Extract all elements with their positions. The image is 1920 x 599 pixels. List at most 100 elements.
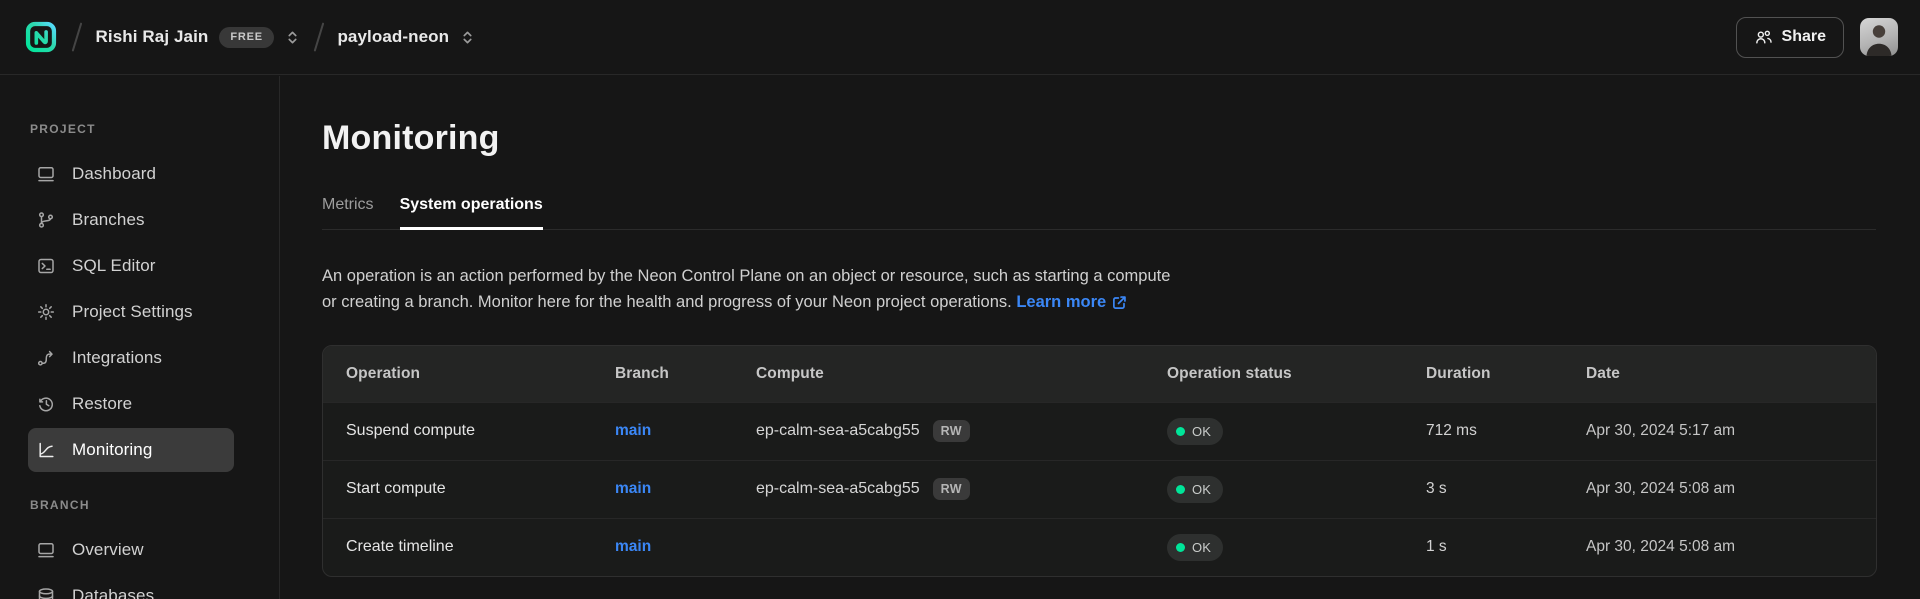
external-link-icon (1112, 295, 1127, 309)
branch-cell: main (592, 480, 733, 498)
status-label: OK (1192, 482, 1211, 497)
overview-icon (36, 540, 56, 560)
column-header-date: Date (1563, 365, 1876, 383)
sidebar-item-restore[interactable]: Restore (28, 382, 234, 426)
status-badge: OK (1167, 534, 1223, 561)
chevron-updown-icon (460, 30, 475, 45)
branch-cell: main (592, 538, 733, 556)
restore-history-icon (36, 394, 56, 414)
integrations-icon (36, 348, 56, 368)
date-cell: Apr 30, 2024 5:17 am (1563, 422, 1876, 440)
operations-table: OperationBranchComputeOperation statusDu… (322, 345, 1877, 577)
settings-gear-icon (36, 302, 56, 322)
compute-type-badge: RW (933, 478, 970, 501)
sidebar-item-project-settings[interactable]: Project Settings (28, 290, 234, 334)
chevron-updown-icon (285, 30, 300, 45)
branch-link[interactable]: main (615, 538, 651, 556)
sidebar-item-label: Dashboard (72, 164, 156, 184)
tab-metrics[interactable]: Metrics (322, 196, 374, 230)
sidebar-item-label: Restore (72, 394, 132, 414)
table-row: Start compute main ep-calm-sea-a5cabg55RW O… (323, 460, 1876, 518)
column-header-branch: Branch (592, 365, 733, 383)
status-badge: OK (1167, 418, 1223, 445)
status-cell: OK (1144, 476, 1403, 503)
column-header-operation: Operation (323, 365, 592, 383)
operation-cell: Start compute (323, 480, 592, 498)
dashboard-icon (36, 164, 56, 184)
sidebar-item-label: Monitoring (72, 440, 152, 460)
compute-type-badge: RW (933, 420, 970, 443)
compute-cell: ep-calm-sea-a5cabg55 RW (733, 420, 1144, 443)
status-cell: OK (1144, 418, 1403, 445)
sidebar-item-label: Databases (72, 586, 154, 599)
account-name: Rishi Raj Jain (96, 27, 209, 47)
branch-link[interactable]: main (615, 422, 651, 440)
date-cell: Apr 30, 2024 5:08 am (1563, 538, 1876, 556)
learn-more-link[interactable]: Learn more (1016, 289, 1127, 315)
project-name: payload-neon (337, 27, 449, 47)
description-line1: An operation is an action performed by t… (322, 267, 1170, 285)
project-selector[interactable]: payload-neon (337, 27, 475, 47)
status-label: OK (1192, 540, 1211, 555)
databases-icon (36, 586, 56, 599)
status-badge: OK (1167, 476, 1223, 503)
main-content: Monitoring Metrics System operations An o… (281, 75, 1920, 577)
column-header-operation-status: Operation status (1144, 365, 1403, 383)
operation-cell: Suspend compute (323, 422, 592, 440)
branch-link[interactable]: main (615, 480, 651, 498)
top-header: Rishi Raj Jain FREE payload-neon (0, 0, 1920, 75)
neon-logo[interactable] (24, 20, 58, 54)
branch-cell: main (592, 422, 733, 440)
sidebar-section-label: BRANCH (30, 498, 279, 516)
status-ok-dot (1176, 485, 1185, 494)
date-cell: Apr 30, 2024 5:08 am (1563, 480, 1876, 498)
sidebar-item-databases[interactable]: Databases (28, 574, 234, 599)
compute-id: ep-calm-sea-a5cabg55 (756, 422, 920, 440)
sidebar-item-dashboard[interactable]: Dashboard (28, 152, 234, 196)
table-row: Create timeline main OK 1 sApr 30, 2024 5:0… (323, 518, 1876, 576)
user-avatar[interactable] (1860, 18, 1898, 56)
sidebar-item-overview[interactable]: Overview (28, 528, 234, 572)
breadcrumb-slash (72, 22, 82, 51)
sidebar-item-monitoring[interactable]: Monitoring (28, 428, 234, 472)
breadcrumb-slash (314, 22, 324, 51)
sidebar-item-label: Overview (72, 540, 144, 560)
table-row: Suspend compute main ep-calm-sea-a5cabg55 R… (323, 402, 1876, 460)
page-title: Monitoring (322, 118, 1876, 158)
sql-editor-icon (36, 256, 56, 276)
sidebar-item-branches[interactable]: Branches (28, 198, 234, 242)
account-selector[interactable]: Rishi Raj Jain FREE (96, 27, 300, 48)
column-header-compute: Compute (733, 365, 1144, 383)
share-label: Share (1782, 28, 1826, 46)
duration-cell: 712 ms (1403, 422, 1563, 440)
description: An operation is an action performed by t… (322, 263, 1442, 315)
sidebar: PROJECT Dashboard Branches SQL Editor Projec… (0, 76, 280, 599)
sidebar-item-label: Branches (72, 210, 145, 230)
compute-cell: ep-calm-sea-a5cabg55RW (733, 478, 1144, 501)
branches-icon (36, 210, 56, 230)
sidebar-item-sql-editor[interactable]: SQL Editor (28, 244, 234, 288)
sidebar-item-label: SQL Editor (72, 256, 156, 276)
duration-cell: 1 s (1403, 538, 1563, 556)
tabs: Metrics System operations (322, 196, 1876, 230)
share-button[interactable]: Share (1736, 17, 1844, 58)
breadcrumb: Rishi Raj Jain FREE payload-neon (24, 20, 475, 54)
table-body: Suspend compute main ep-calm-sea-a5cabg55 R… (323, 402, 1876, 576)
monitoring-chart-icon (36, 440, 56, 460)
sidebar-item-label: Integrations (72, 348, 162, 368)
header-actions: Share (1736, 17, 1898, 58)
status-label: OK (1192, 424, 1211, 439)
operation-cell: Create timeline (323, 538, 592, 556)
sidebar-section-label: PROJECT (30, 122, 279, 140)
status-cell: OK (1144, 534, 1403, 561)
share-people-icon (1754, 28, 1773, 47)
sidebar-item-integrations[interactable]: Integrations (28, 336, 234, 380)
tab-system-operations[interactable]: System operations (400, 196, 543, 230)
status-ok-dot (1176, 543, 1185, 552)
table-header-row: OperationBranchComputeOperation statusDu… (323, 346, 1876, 402)
duration-cell: 3 s (1403, 480, 1563, 498)
status-ok-dot (1176, 427, 1185, 436)
sidebar-item-label: Project Settings (72, 302, 193, 322)
description-line2: or creating a branch. Monitor here for t… (322, 293, 1012, 311)
plan-badge: FREE (219, 27, 274, 48)
